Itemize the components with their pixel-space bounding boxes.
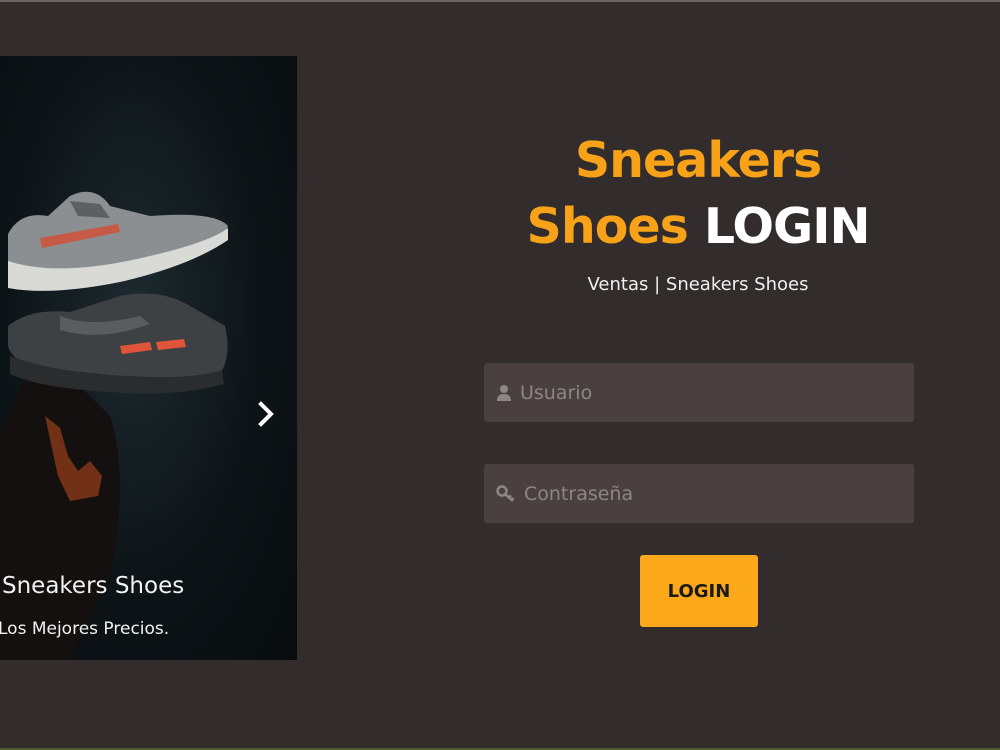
image-carousel: Sneakers Shoes Los Mejores Precios. bbox=[0, 56, 297, 660]
user-icon bbox=[497, 384, 511, 401]
chevron-right-icon bbox=[258, 401, 274, 427]
page-subtitle: Ventas | Sneakers Shoes bbox=[587, 274, 809, 295]
username-field-container bbox=[484, 363, 914, 422]
brand-line2-orange: Shoes bbox=[526, 198, 689, 255]
carousel-caption-text: Los Mejores Precios. bbox=[0, 619, 170, 639]
brand-line1: Sneakers bbox=[574, 132, 822, 189]
window-top-border bbox=[0, 0, 1000, 2]
password-input[interactable] bbox=[522, 481, 906, 506]
sneakers-image bbox=[0, 191, 228, 660]
carousel-next-button[interactable] bbox=[252, 394, 280, 434]
carousel-caption-title: Sneakers Shoes bbox=[2, 573, 185, 599]
password-field-container bbox=[484, 464, 914, 523]
page-title: Sneakers Shoes LOGIN bbox=[470, 128, 926, 260]
brand-line2-white: LOGIN bbox=[703, 198, 871, 255]
login-button[interactable]: LOGIN bbox=[640, 555, 758, 627]
username-input[interactable] bbox=[518, 380, 902, 405]
key-icon bbox=[496, 484, 515, 502]
